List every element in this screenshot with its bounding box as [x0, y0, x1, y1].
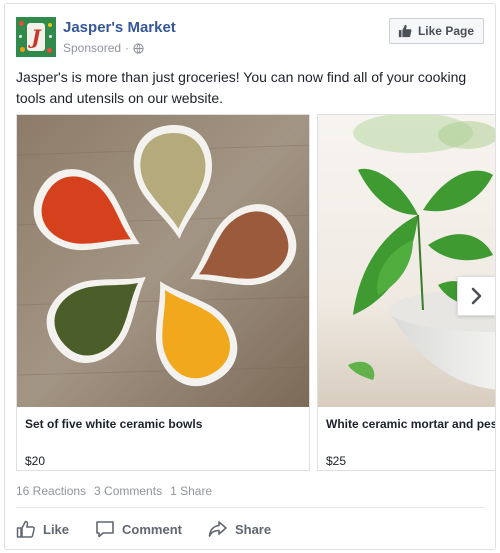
reactions-count[interactable]: 16 Reactions: [16, 484, 86, 498]
divider: [16, 507, 484, 508]
comment-button[interactable]: Comment: [95, 520, 182, 538]
sponsored-post: J Jasper's Market Sponsored · Like Page …: [4, 3, 496, 550]
carousel-card[interactable]: Set of five white ceramic bowls $20: [16, 114, 310, 471]
share-label: Share: [234, 521, 272, 537]
like-page-button[interactable]: Like Page: [388, 18, 484, 44]
globe-icon[interactable]: [133, 42, 144, 54]
sponsored-label[interactable]: Sponsored: [63, 41, 121, 55]
like-label: Like: [43, 521, 70, 537]
share-button[interactable]: Share: [208, 520, 271, 538]
post-actions: Like Comment Share: [16, 514, 484, 544]
carousel-next-button[interactable]: [457, 276, 495, 316]
chevron-right-icon: [471, 287, 482, 305]
page-avatar[interactable]: J: [16, 17, 56, 57]
card-price: $20: [25, 454, 46, 468]
comments-count[interactable]: 3 Comments: [94, 484, 162, 498]
spice-bowls-image[interactable]: [17, 115, 309, 407]
like-page-label: Like Page: [417, 24, 474, 38]
post-message: Jasper's is more than just groceries! Yo…: [16, 69, 467, 106]
card-title[interactable]: Set of five white ceramic bowls: [25, 417, 202, 431]
comment-icon: [96, 521, 114, 538]
share-icon: [208, 521, 227, 537]
page-name-link[interactable]: Jasper's Market: [63, 19, 176, 36]
thumbs-up-icon: [16, 520, 35, 538]
card-price: $25: [326, 454, 347, 468]
card-title[interactable]: White ceramic mortar and pestle: [326, 417, 495, 431]
product-carousel: Set of five white ceramic bowls $20 Whit…: [16, 114, 495, 471]
post-header: J Jasper's Market Sponsored · Like Page: [16, 15, 484, 59]
mortar-pestle-image[interactable]: [318, 115, 495, 407]
like-button[interactable]: Like: [16, 520, 69, 538]
shares-count[interactable]: 1 Share: [170, 484, 212, 498]
post-meta: Sponsored ·: [63, 41, 144, 55]
post-stats: 16 Reactions 3 Comments 1 Share: [16, 484, 212, 498]
logo-letter-icon: J: [27, 23, 45, 51]
comment-label: Comment: [122, 521, 182, 537]
thumbs-up-icon: [398, 24, 412, 38]
